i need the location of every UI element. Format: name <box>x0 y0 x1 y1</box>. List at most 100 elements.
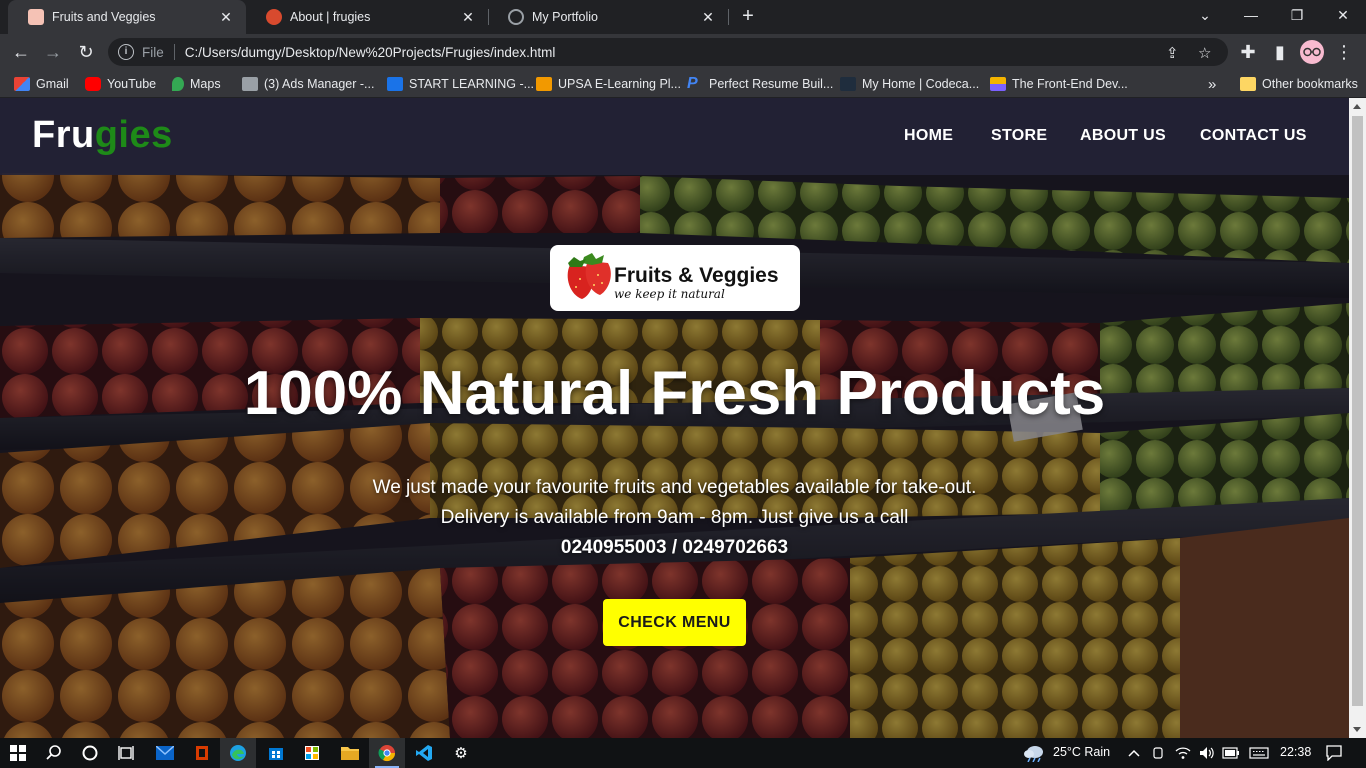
logo-card-title: Fruits & Veggies <box>614 264 779 287</box>
site-logo-wordmark[interactable]: Frugies <box>32 114 173 157</box>
address-bar[interactable]: i File C:/Users/dumgy/Desktop/New%20Proj… <box>108 38 1228 66</box>
globe-icon <box>508 9 524 25</box>
tab-search-icon[interactable]: ⌄ <box>1182 0 1228 30</box>
page-scrollbar[interactable] <box>1349 98 1366 738</box>
tab-close-icon[interactable]: ✕ <box>460 9 476 26</box>
reload-icon[interactable]: ↻ <box>73 39 99 65</box>
cortana-icon[interactable] <box>80 743 100 763</box>
tab-title: My Portfolio <box>532 10 598 24</box>
mail-icon[interactable] <box>155 743 175 763</box>
maps-pin-icon <box>172 77 184 91</box>
tab-fruits-and-veggies[interactable]: Fruits and Veggies ✕ <box>8 0 246 34</box>
scroll-up-icon[interactable] <box>1353 104 1361 109</box>
nav-contact-us[interactable]: CONTACT US <box>1200 127 1307 145</box>
windows-taskbar: ⚙ 25°C Rain 22:38 <box>0 738 1366 768</box>
office-icon[interactable] <box>192 743 212 763</box>
chrome-icon[interactable] <box>377 743 397 763</box>
bookmark-upsa[interactable]: UPSA E-Learning Pl... <box>536 76 681 92</box>
hero-headline: 100% Natural Fresh Products <box>243 359 1106 428</box>
bookmark-label: UPSA E-Learning Pl... <box>558 77 681 91</box>
hero-section: Frugies HOME STORE ABOUT US CONTACT US F… <box>0 98 1349 738</box>
vscode-icon[interactable] <box>414 743 434 763</box>
bookmark-maps[interactable]: Maps <box>172 76 221 92</box>
clock-time[interactable]: 22:38 <box>1280 745 1311 759</box>
nav-about-us[interactable]: ABOUT US <box>1080 127 1166 145</box>
search-icon[interactable] <box>44 743 64 763</box>
gmail-icon <box>14 77 30 91</box>
tab-my-portfolio[interactable]: My Portfolio ✕ <box>488 0 728 34</box>
bookmark-youtube[interactable]: YouTube <box>85 76 156 92</box>
front-end-dev-icon <box>990 77 1006 91</box>
nav-store[interactable]: STORE <box>991 127 1047 145</box>
site-navbar: Frugies HOME STORE ABOUT US CONTACT US <box>0 98 1349 175</box>
bookmark-label: Maps <box>190 77 221 91</box>
battery-icon[interactable] <box>1221 743 1241 763</box>
tab-strip: Fruits and Veggies ✕ About | frugies ✕ M… <box>0 0 1366 34</box>
extensions-icon[interactable]: ✚ <box>1235 39 1261 65</box>
tab-favicon-icon <box>28 9 44 25</box>
tray-chevron-up-icon[interactable] <box>1124 743 1144 763</box>
windows-start-icon[interactable] <box>8 743 28 763</box>
address-url[interactable]: C:/Users/dumgy/Desktop/New%20Projects/Fr… <box>185 45 556 60</box>
restore-button[interactable]: ❐ <box>1274 0 1320 30</box>
bookmark-label: START LEARNING -... <box>409 77 535 91</box>
bookmark-label: The Front-End Dev... <box>1012 77 1128 91</box>
codecademy-icon <box>840 77 856 91</box>
file-explorer-icon[interactable] <box>340 743 360 763</box>
forward-icon[interactable]: → <box>40 39 66 65</box>
bookmark-perfect-resume[interactable]: P Perfect Resume Buil... <box>687 76 833 92</box>
close-window-button[interactable]: ✕ <box>1320 0 1366 30</box>
check-menu-button[interactable]: CHECK MENU <box>603 599 746 646</box>
back-icon[interactable]: ← <box>8 39 34 65</box>
ads-manager-icon <box>242 77 258 91</box>
weather-cloud-icon[interactable] <box>1022 743 1046 763</box>
new-tab-button[interactable]: + <box>737 6 759 28</box>
other-bookmarks-folder[interactable]: Other bookmarks <box>1240 76 1358 92</box>
scrollbar-thumb[interactable] <box>1352 116 1363 706</box>
meet-now-icon[interactable] <box>1148 743 1168 763</box>
side-panel-icon[interactable]: ▮ <box>1267 39 1293 65</box>
notification-center-icon[interactable] <box>1324 743 1344 763</box>
tab-close-icon[interactable]: ✕ <box>700 9 716 26</box>
nav-home[interactable]: HOME <box>904 127 953 145</box>
settings-icon[interactable]: ⚙ <box>451 743 471 763</box>
bookmark-label: Perfect Resume Buil... <box>709 77 834 91</box>
weather-text[interactable]: 25°C Rain <box>1053 745 1110 759</box>
bookmark-label: Other bookmarks <box>1262 77 1358 91</box>
minimize-button[interactable]: — <box>1228 0 1274 30</box>
address-divider <box>173 44 175 60</box>
site-info-icon[interactable]: i <box>118 44 134 60</box>
start-learning-icon <box>387 77 403 91</box>
bookmark-label: Gmail <box>36 77 69 91</box>
task-view-icon[interactable] <box>116 743 136 763</box>
tab-about-frugies[interactable]: About | frugies ✕ <box>246 0 488 34</box>
scroll-down-icon[interactable] <box>1353 727 1361 732</box>
youtube-icon <box>85 77 101 91</box>
resume-p-icon: P <box>687 75 698 92</box>
bookmarks-bar: Gmail YouTube Maps (3) Ads Manager -... … <box>0 70 1366 98</box>
volume-icon[interactable] <box>1197 743 1217 763</box>
profile-avatar[interactable] <box>1300 40 1324 64</box>
bookmark-star-icon[interactable]: ☆ <box>1198 44 1211 62</box>
tab-title: About | frugies <box>290 10 371 24</box>
hero-description: We just made your favourite fruits and v… <box>0 473 1349 563</box>
bookmark-start-learning[interactable]: START LEARNING -... <box>387 76 534 92</box>
bookmark-gmail[interactable]: Gmail <box>14 76 69 92</box>
bookmark-front-end-dev[interactable]: The Front-End Dev... <box>990 76 1128 92</box>
excel-icon[interactable] <box>302 743 322 763</box>
strawberry-icon <box>567 253 611 299</box>
browser-toolbar: ← → ↻ i File C:/Users/dumgy/Desktop/New%… <box>0 34 1366 70</box>
tab-close-icon[interactable]: ✕ <box>218 9 234 26</box>
share-icon[interactable]: ⇪ <box>1166 44 1179 62</box>
edge-icon[interactable] <box>228 743 248 763</box>
keyboard-icon[interactable] <box>1247 743 1271 763</box>
menu-icon[interactable]: ⋮ <box>1331 39 1357 65</box>
bookmark-codecademy[interactable]: My Home | Codeca... <box>840 76 979 92</box>
store-icon[interactable] <box>266 743 286 763</box>
page-viewport: Frugies HOME STORE ABOUT US CONTACT US F… <box>0 98 1366 738</box>
bookmark-ads-manager[interactable]: (3) Ads Manager -... <box>242 76 374 92</box>
bookmarks-overflow-button[interactable]: » <box>1208 76 1216 93</box>
tab-divider <box>728 9 729 25</box>
fruits-veggies-logo-card: Fruits & Veggies we keep it natural <box>550 245 800 311</box>
wifi-icon[interactable] <box>1173 743 1193 763</box>
